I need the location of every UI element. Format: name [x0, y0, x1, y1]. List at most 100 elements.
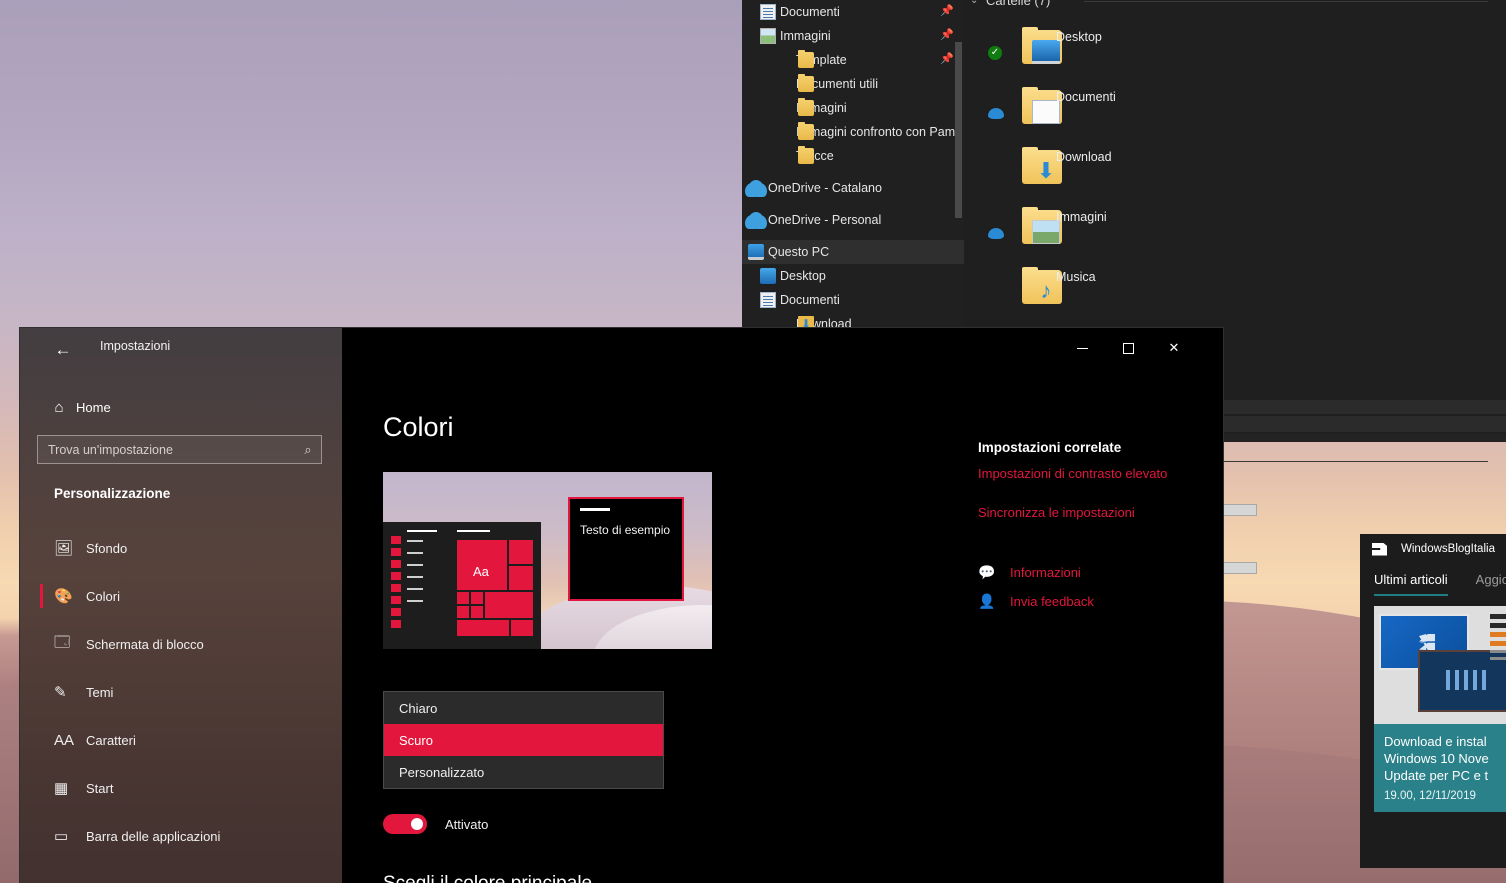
folder-item-immagini[interactable]: Immagini: [972, 198, 1254, 258]
fonts-icon: AA: [54, 731, 75, 749]
nav-item-template[interactable]: Template 📌: [742, 48, 964, 72]
sidebar-item-label: Colori: [86, 588, 120, 604]
group-divider: [1084, 1, 1488, 2]
settings-main-content: Colori Aa Testo di esempio Chiaro Scuro …: [342, 368, 1223, 883]
nav-item-documenti-utili[interactable]: Documenti utili: [742, 72, 964, 96]
screen-root: Documenti 📌 Immagini 📌 Template 📌 Docume…: [0, 0, 1506, 883]
sidebar-item-schermata-di-blocco[interactable]: 🗔 Schermata di blocco: [20, 620, 342, 668]
pin-icon[interactable]: 📌: [940, 5, 954, 17]
theme-preview: Aa Testo di esempio: [383, 472, 712, 649]
close-icon[interactable]: ✕: [1151, 328, 1197, 368]
pin-icon[interactable]: 📌: [940, 29, 954, 41]
search-input[interactable]: [38, 442, 295, 457]
synced-badge-icon: ✓: [988, 46, 1002, 60]
preview-start-tiles: Aa: [457, 530, 533, 636]
sidebar-item-label: Schermata di blocco: [86, 636, 204, 652]
help-icon: 💬: [978, 564, 996, 580]
windowsblogitalia-widget[interactable]: WindowsBlogItalia Ultimi articoli Aggio …: [1360, 534, 1506, 868]
lock-screen-icon: 🗔: [54, 633, 71, 651]
palette-icon: 🎨: [54, 588, 73, 605]
tab-ultimi-articoli[interactable]: Ultimi articoli: [1374, 572, 1448, 596]
article-thumbnail: [1374, 606, 1506, 724]
search-icon[interactable]: ⌕: [295, 442, 321, 458]
nav-item-label: Immagini confronto con Pam: [796, 125, 956, 139]
sidebar-item-start[interactable]: ▦ Start: [20, 764, 342, 812]
transparency-toggle-row[interactable]: Attivato: [383, 814, 488, 834]
back-arrow-icon[interactable]: ←: [42, 336, 84, 364]
link-invia-feedback-row[interactable]: 👤 Invia feedback: [978, 593, 1223, 610]
thumbnail-caption-lines: [1490, 614, 1506, 664]
sidebar-item-temi[interactable]: ✎ Temi: [20, 668, 342, 716]
sidebar-item-label: Sfondo: [86, 540, 128, 556]
this-pc-icon: [748, 244, 764, 260]
nav-item-label: OneDrive - Catalano: [768, 181, 882, 195]
link-invia-feedback[interactable]: Invia feedback: [1010, 594, 1094, 609]
folder-item-download[interactable]: ⬇ Download: [972, 138, 1254, 198]
windowsblogitalia-logo-icon: [1372, 542, 1387, 556]
folder-item-desktop[interactable]: ✓ Desktop: [972, 18, 1254, 78]
link-informazioni-row[interactable]: 💬 Informazioni: [978, 564, 1223, 581]
sidebar-section-title: Personalizzazione: [54, 486, 171, 501]
settings-titlebar[interactable]: ✕: [342, 328, 1223, 368]
minimize-icon[interactable]: [1059, 328, 1105, 368]
folder-label: Musica: [1056, 270, 1096, 284]
folder-icon: [798, 50, 814, 68]
nav-item-onedrive-personal[interactable]: OneDrive - Personal: [742, 208, 964, 232]
explorer-navigation-pane[interactable]: Documenti 📌 Immagini 📌 Template 📌 Docume…: [742, 0, 964, 338]
pin-icon[interactable]: 📌: [940, 53, 954, 65]
tab-aggiornamenti[interactable]: Aggio: [1476, 572, 1506, 596]
explorer-content-pane[interactable]: ⌄ Cartelle (7) ✓ Desktop Documenti ⬇ Dow…: [964, 0, 1506, 590]
sidebar-item-colori[interactable]: 🎨 Colori: [20, 572, 342, 620]
nav-item-documenti-pinned[interactable]: Documenti 📌: [742, 0, 964, 24]
picture-icon: 🖼: [54, 540, 74, 557]
nav-item-immagini-pinned[interactable]: Immagini 📌: [742, 24, 964, 48]
maximize-icon[interactable]: [1105, 328, 1151, 368]
nav-item-label: Questo PC: [768, 245, 830, 259]
settings-sidebar: ← Impostazioni ⌂ Home ⌕ Personalizzazion…: [20, 328, 342, 883]
link-sincronizza-impostazioni[interactable]: Sincronizza le impostazioni: [978, 505, 1223, 520]
dropdown-option-scuro[interactable]: Scuro: [384, 724, 663, 756]
nav-item-immagini[interactable]: Immagini: [742, 96, 964, 120]
nav-item-desktop[interactable]: Desktop: [742, 264, 964, 288]
article-headline-line2: Windows 10 Nove: [1384, 751, 1489, 766]
feedback-icon: 👤: [978, 593, 996, 609]
cloud-badge-icon: [988, 108, 1004, 119]
link-informazioni[interactable]: Informazioni: [1010, 565, 1081, 580]
search-box[interactable]: ⌕: [37, 435, 322, 464]
preview-aa-text: Aa: [473, 564, 489, 579]
nav-item-tracce[interactable]: Tracce: [742, 144, 964, 168]
settings-window[interactable]: ✕ ← Impostazioni ⌂ Home ⌕ Personalizzazi…: [20, 328, 1223, 883]
folder-icon: [798, 74, 814, 92]
sidebar-item-barra-delle-applicazioni[interactable]: ▭ Barra delle applicazioni: [20, 812, 342, 860]
nav-item-documenti-pc[interactable]: Documenti: [742, 288, 964, 312]
dropdown-option-personalizzato[interactable]: Personalizzato: [384, 756, 663, 788]
explorer-nav-list: Documenti 📌 Immagini 📌 Template 📌 Docume…: [742, 0, 964, 336]
settings-window-title: Impostazioni: [100, 339, 171, 353]
chevron-down-icon[interactable]: ⌄: [970, 0, 978, 12]
link-contrasto-elevato[interactable]: Impostazioni di contrasto elevato: [978, 466, 1223, 481]
nav-item-immagini-confronto[interactable]: Immagini confronto con Pam: [742, 120, 964, 144]
folder-item-musica[interactable]: ♪ Musica: [972, 258, 1254, 318]
sidebar-item-label: Caratteri: [86, 732, 136, 748]
sidebar-item-home[interactable]: ⌂ Home: [42, 388, 322, 426]
accent-color-heading: Scegli il colore principale: [383, 873, 592, 883]
explorer-nav-scrollbar[interactable]: [955, 42, 962, 218]
cloud-badge-icon: [988, 228, 1004, 239]
sidebar-item-sfondo[interactable]: 🖼 Sfondo: [20, 524, 342, 572]
widget-article-card[interactable]: Download e instal Windows 10 Nove Update…: [1374, 606, 1506, 836]
theme-mode-dropdown[interactable]: Chiaro Scuro Personalizzato: [383, 691, 664, 789]
dropdown-option-chiaro[interactable]: Chiaro: [384, 692, 663, 724]
sidebar-item-caratteri[interactable]: AA Caratteri: [20, 716, 342, 764]
folders-group-header[interactable]: ⌄ Cartelle (7): [964, 0, 1506, 12]
nav-item-questo-pc[interactable]: Questo PC: [742, 240, 964, 264]
nav-item-label: Immagini: [780, 29, 831, 43]
themes-icon: ✎: [54, 684, 67, 701]
sidebar-item-label: Home: [76, 399, 111, 415]
preview-sample-window: Testo di esempio: [568, 497, 684, 601]
pictures-icon: [760, 28, 776, 44]
document-icon: [760, 4, 776, 20]
folder-item-documenti[interactable]: Documenti: [972, 78, 1254, 138]
nav-item-onedrive-catalano[interactable]: OneDrive - Catalano: [742, 176, 964, 200]
article-body: Download e instal Windows 10 Nove Update…: [1374, 724, 1506, 812]
transparency-toggle[interactable]: [383, 814, 427, 834]
